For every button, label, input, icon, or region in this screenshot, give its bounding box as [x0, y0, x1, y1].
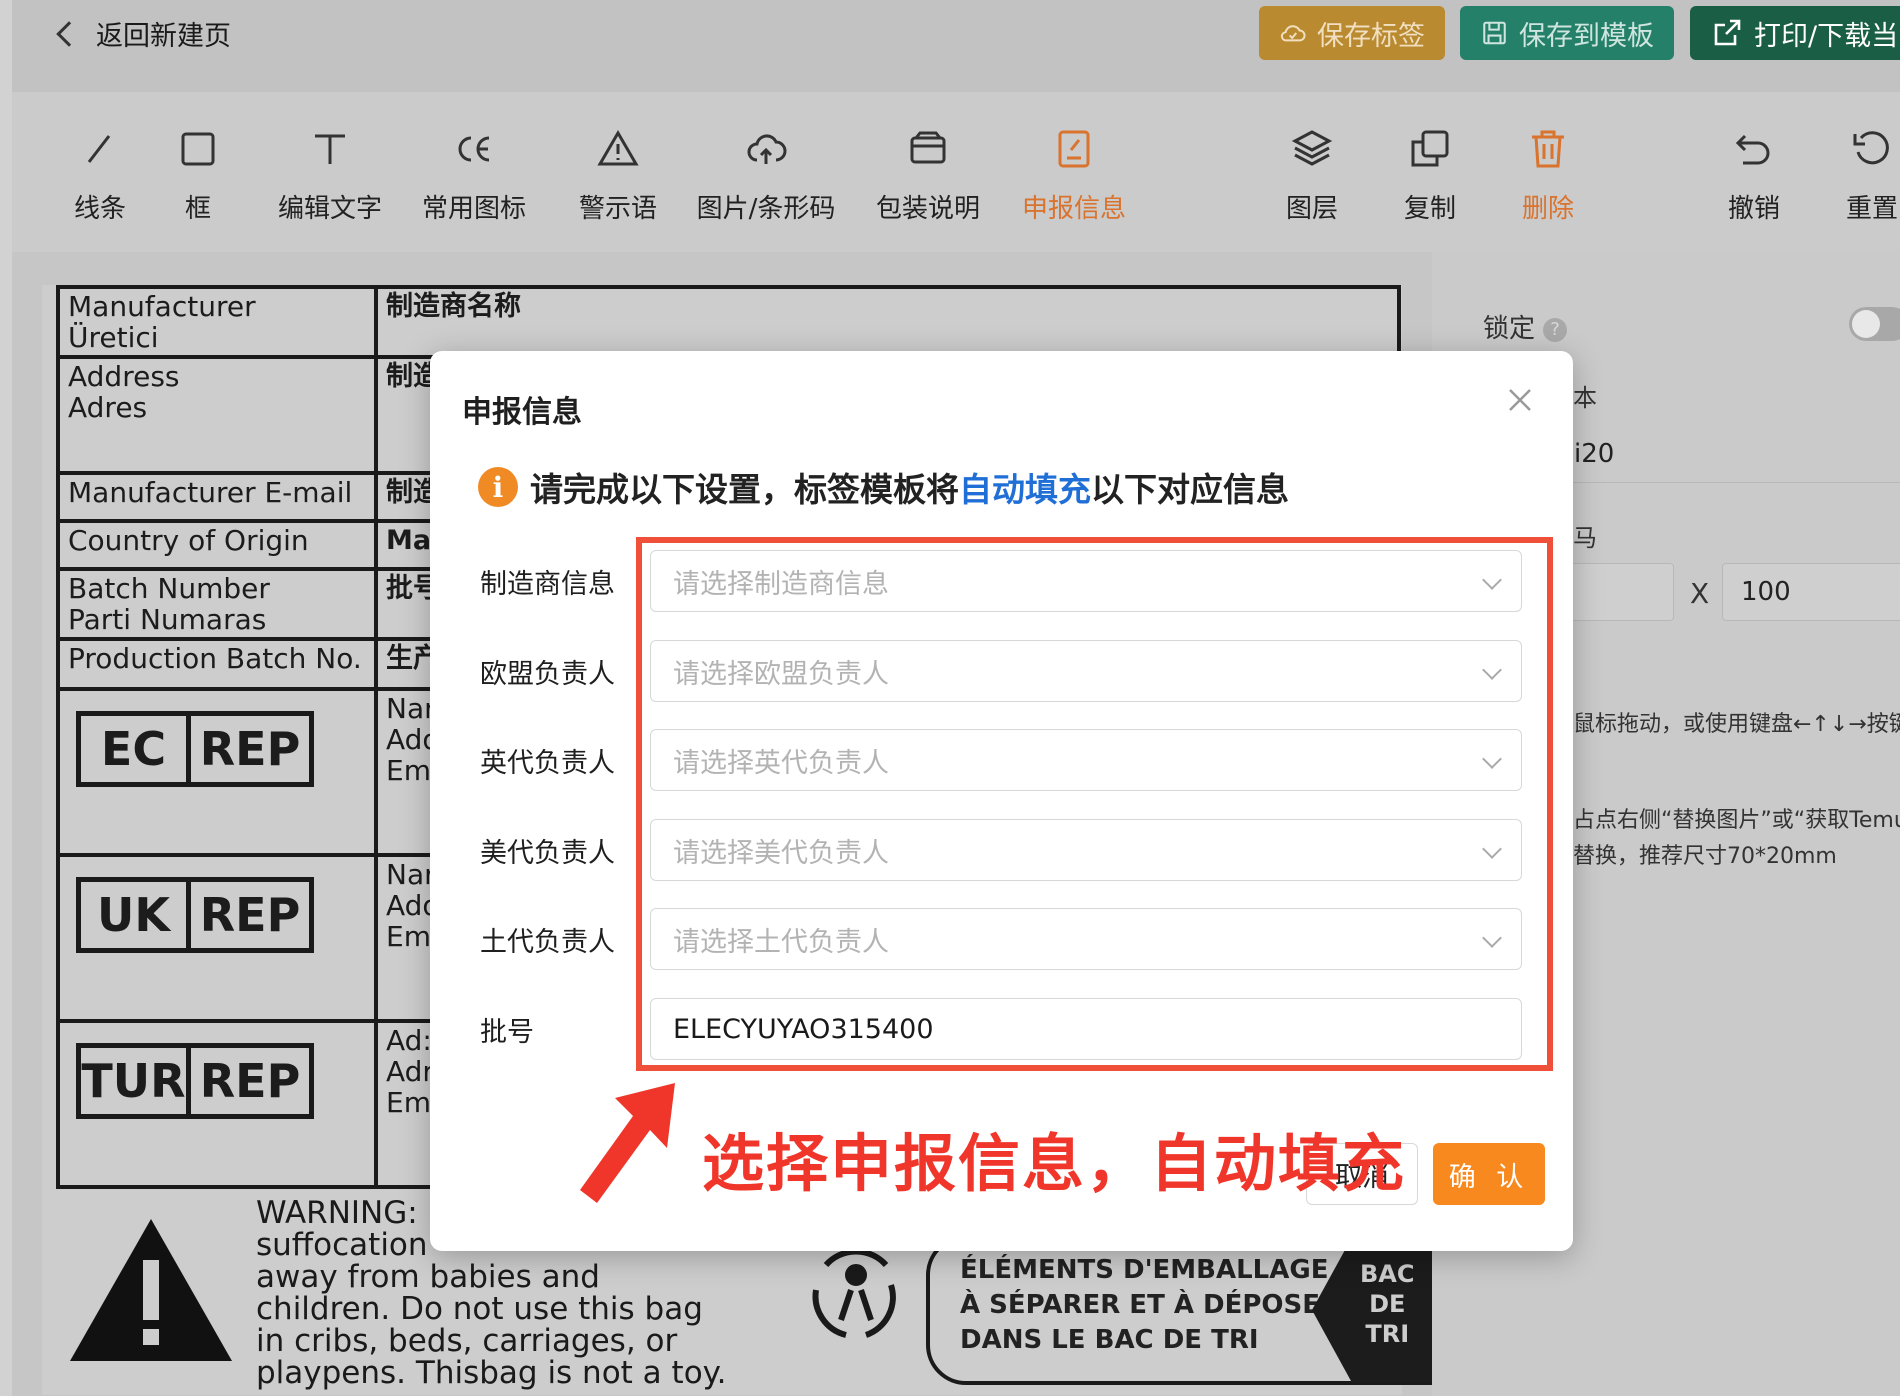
tool-bar: 线条 框 编辑文字 常用图标 警示语 图片/条形码 包装说明 申报信息 图层 复… — [12, 92, 1900, 252]
tur-rep-cell: TUR REP — [56, 1019, 378, 1189]
confirm-button[interactable]: 确 认 — [1433, 1143, 1545, 1205]
help-icon[interactable]: ? — [1543, 317, 1568, 342]
hint-replace: 占点右侧“替换图片”或“获取Temu — [1573, 808, 1900, 833]
size-separator: X — [1690, 577, 1710, 610]
ec-rep-symbol: EC REP — [76, 711, 314, 787]
autofill-notice: i 请完成以下设置，标签模板将自动填充以下对应信息 — [478, 463, 1289, 511]
tool-common-icons[interactable]: 常用图标 — [404, 126, 544, 225]
tool-warning[interactable]: 警示语 — [548, 126, 688, 225]
warning-triangle-icon — [70, 1219, 232, 1361]
ce-mark-icon — [458, 136, 490, 162]
font-label: 本 — [1573, 384, 1597, 412]
save-tag-button[interactable]: 保存标签 — [1259, 6, 1445, 60]
label-cell-manufacturer-value: 制造商名称 — [374, 285, 1401, 359]
batch-label: 批号 — [480, 1016, 534, 1048]
copy-icon — [1411, 130, 1449, 167]
manufacturer-label: 制造商信息 — [480, 568, 615, 600]
package-icon — [910, 131, 946, 164]
cloud-save-icon — [1280, 25, 1306, 42]
tr-rep-label: 土代负责人 — [480, 926, 615, 958]
reset-icon — [1853, 131, 1889, 165]
dialog-title: 申报信息 — [462, 395, 582, 430]
label-cell-address: Address Adres — [56, 355, 378, 475]
print-download-button[interactable]: 打印/下载当 — [1690, 6, 1900, 60]
lock-label: 锁定? — [1483, 308, 1568, 345]
hint-drag: 鼠标拖动，或使用键盘←↑↓→按键 — [1573, 712, 1900, 737]
label-cell-email: Manufacturer E-mail — [56, 471, 378, 523]
close-icon[interactable] — [1507, 387, 1533, 413]
uk-rep-cell: UK REP — [56, 853, 378, 1023]
uk-rep-symbol: UK REP — [76, 877, 314, 953]
chevron-left-icon — [56, 20, 82, 47]
size-label: 马 — [1573, 524, 1597, 552]
us-rep-label: 美代负责人 — [480, 837, 615, 869]
back-label: 返回新建页 — [96, 21, 231, 52]
text-icon — [315, 134, 345, 164]
layers-icon — [1291, 130, 1333, 166]
undo-icon — [1735, 134, 1770, 165]
declaration-icon — [1058, 130, 1090, 168]
tool-image-barcode[interactable]: 图片/条形码 — [696, 126, 836, 225]
autofill-highlight: 自动填充 — [959, 470, 1091, 509]
warning-icon — [597, 130, 639, 166]
tool-packaging[interactable]: 包装说明 — [858, 126, 998, 225]
tool-rectangle[interactable]: 框 — [128, 126, 268, 225]
line-icon — [87, 135, 111, 163]
uk-rep-label: 英代负责人 — [480, 747, 615, 779]
info-icon: i — [478, 467, 518, 507]
annotation-text: 选择申报信息，自动填充 — [702, 1127, 1407, 1200]
label-cell-production: Production Batch No. — [56, 637, 378, 691]
floppy-icon — [1483, 21, 1506, 45]
rectangle-icon — [181, 132, 215, 166]
tool-declaration[interactable]: 申报信息 — [1004, 126, 1144, 225]
eu-rep-label: 欧盟负责人 — [480, 658, 615, 690]
save-to-template-button[interactable]: 保存到模板 — [1460, 6, 1674, 60]
label-cell-manufacturer: Manufacturer Üretici — [56, 285, 378, 359]
tool-delete[interactable]: 删除 — [1478, 126, 1618, 225]
tur-rep-symbol: TUR REP — [76, 1043, 314, 1119]
size-height-input[interactable]: 100 — [1722, 563, 1900, 621]
font-select[interactable]: ei20 — [1540, 425, 1900, 483]
trash-icon — [1532, 130, 1564, 168]
highlight-box — [636, 537, 1553, 1071]
share-icon — [1714, 19, 1741, 46]
hint-size: 替换，推荐尺寸70*20mm — [1573, 844, 1837, 869]
bac-de-tri-panel: ÉLÉMENTS D'EMBALLAGE À SÉPARER ET À DÉPO… — [926, 1235, 1446, 1385]
label-cell-country: Country of Origin — [56, 519, 378, 571]
label-cell-batch: Batch Number Parti Numaras — [56, 567, 378, 641]
tool-reset[interactable]: 重置 — [1802, 126, 1900, 225]
pointer-arrow-icon — [580, 1083, 675, 1203]
tool-text[interactable]: 编辑文字 — [260, 126, 400, 225]
recycle-icon — [812, 1248, 896, 1338]
bac-de-tri-text: ÉLÉMENTS D'EMBALLAGE À SÉPARER ET À DÉPO… — [960, 1255, 1341, 1355]
ec-rep-cell: EC REP — [56, 687, 378, 857]
cloud-upload-icon — [747, 134, 787, 164]
back-button[interactable]: 返回新建页 — [52, 14, 231, 53]
lock-toggle[interactable] — [1849, 307, 1900, 341]
